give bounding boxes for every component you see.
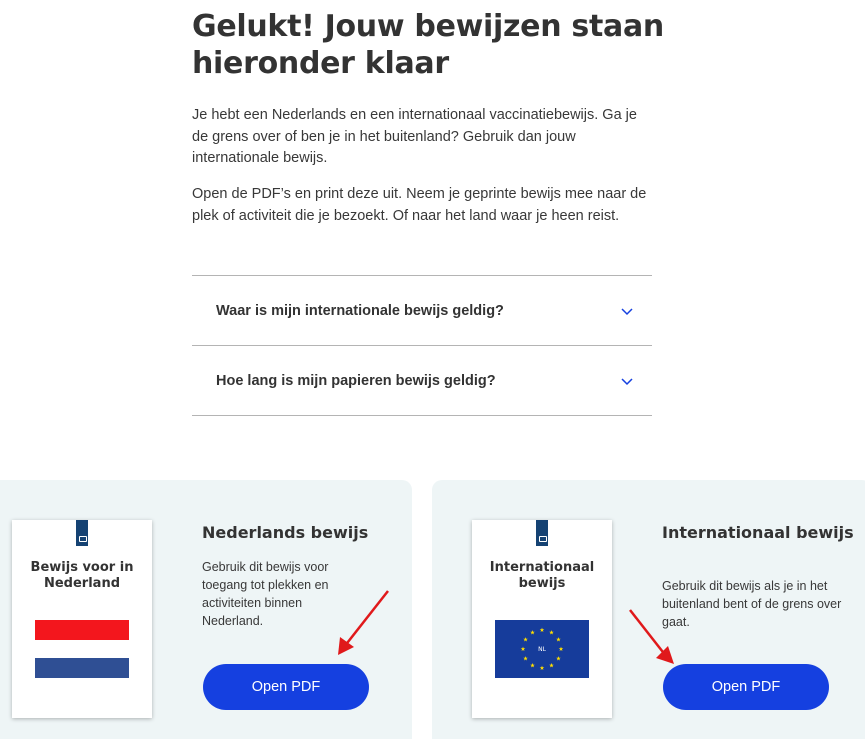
rijksoverheid-logo (536, 520, 548, 546)
accordion-item-paper-validity[interactable]: Hoe lang is mijn papieren bewijs geldig? (192, 346, 652, 416)
rijksoverheid-logo (76, 520, 88, 546)
dutch-flag-red-stripe (35, 620, 129, 640)
chevron-down-icon (621, 307, 633, 315)
international-certificate-card: Internationaal bewijs NL Internationaal … (432, 480, 865, 739)
accordion-label: Hoe lang is mijn papieren bewijs geldig? (216, 372, 496, 389)
open-pdf-international-button[interactable]: Open PDF (663, 664, 829, 710)
card-heading: Internationaal bewijs (662, 523, 854, 542)
certificate-title: Internationaal bewijs (489, 560, 595, 591)
intro-paragraph-1: Je hebt een Nederlands en een internatio… (192, 107, 637, 166)
dutch-certificate-card: Bewijs voor in Nederland Nederlands bewi… (0, 480, 412, 739)
dutch-certificate-preview: Bewijs voor in Nederland (12, 520, 152, 718)
dutch-flag-blue-stripe (35, 658, 129, 678)
card-description: Gebruik dit bewijs als je in het buitenl… (662, 579, 842, 629)
certificate-title: Bewijs voor in Nederland (30, 560, 134, 591)
faq-accordion: Waar is mijn internationale bewijs geldi… (192, 275, 652, 416)
page-title: Gelukt! Jouw bewijzen staan hieronder kl… (192, 9, 664, 81)
accordion-item-international-validity[interactable]: Waar is mijn internationale bewijs geldi… (192, 276, 652, 346)
card-description: Gebruik dit bewijs voor toegang tot plek… (202, 560, 329, 628)
eu-flag-label: NL (538, 646, 546, 653)
open-pdf-dutch-button[interactable]: Open PDF (203, 664, 369, 710)
international-certificate-preview: Internationaal bewijs NL (472, 520, 612, 718)
card-heading: Nederlands bewijs (202, 523, 369, 542)
accordion-label: Waar is mijn internationale bewijs geldi… (216, 302, 504, 319)
eu-flag-icon: NL (495, 620, 589, 678)
intro-paragraph-2: Open de PDF’s en print deze uit. Neem je… (192, 186, 647, 224)
chevron-down-icon (621, 377, 633, 385)
